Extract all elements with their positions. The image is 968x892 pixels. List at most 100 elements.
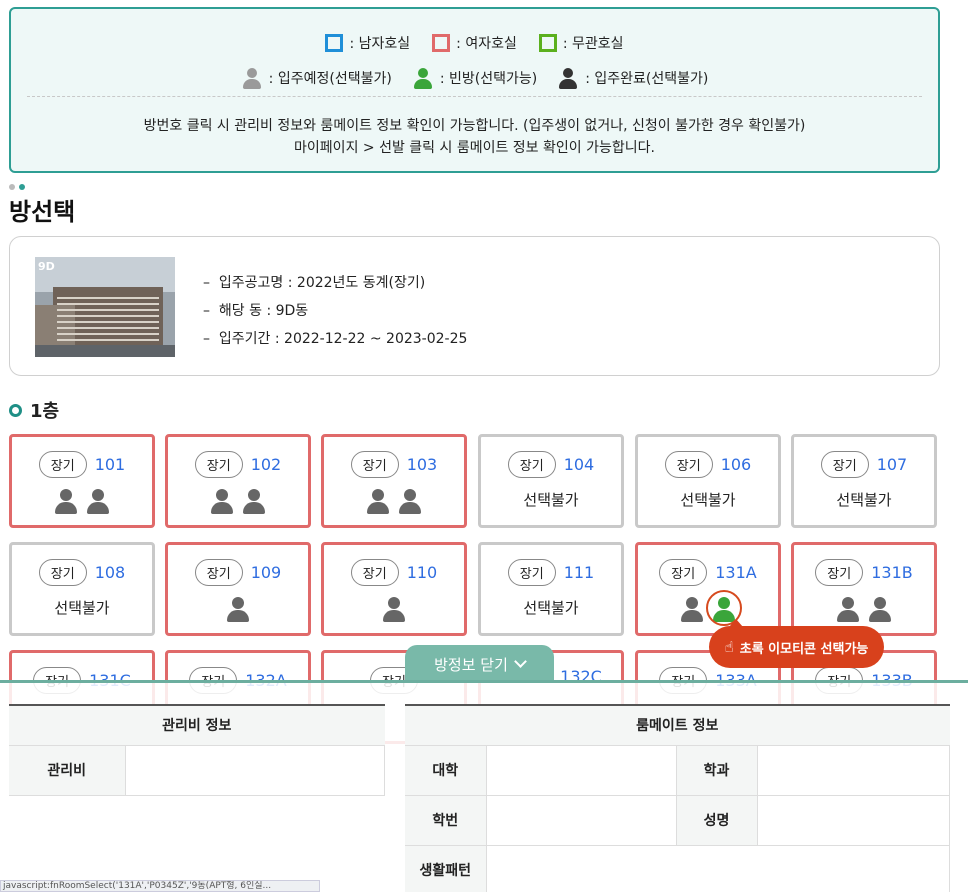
room-card-106[interactable]: 장기 106 선택불가 [635, 434, 781, 528]
room-card-102[interactable]: 장기 102 [165, 434, 311, 528]
room-number[interactable]: 131B [871, 563, 913, 582]
name-value [757, 795, 950, 846]
department-value [757, 745, 950, 796]
circle-icon [9, 403, 22, 417]
room-card-111[interactable]: 장기 111 선택불가 [478, 542, 624, 636]
legend-any: : 무관호실 [538, 33, 624, 53]
lifestyle-label: 생활패턴 [405, 845, 487, 892]
room-card-108[interactable]: 장기 108 선택불가 [9, 542, 155, 636]
room-card-101[interactable]: 장기 101 [9, 434, 155, 528]
roommate-info-table: 룸메이트 정보 대학 학과 학번 성명 생활패턴 [405, 704, 950, 892]
unavailable-text: 선택불가 [836, 491, 892, 509]
person-dark-icon [557, 67, 579, 89]
room-card-104[interactable]: 장기 104 선택불가 [478, 434, 624, 528]
legend-occupied: : 입주완료(선택불가) [557, 67, 708, 89]
term-tag: 장기 [350, 451, 399, 478]
unavailable-text: 선택불가 [523, 491, 579, 509]
fee-label: 관리비 [9, 745, 126, 796]
person-green-icon [412, 67, 434, 89]
notice-name: – 입주공고명 : 2022년도 동계(장기) [203, 275, 426, 291]
building-photo: 9D [35, 257, 175, 357]
person-gray-icon [86, 489, 110, 515]
person-gray-icon [210, 489, 234, 515]
male-square-icon [325, 34, 344, 52]
legend-female: : 여자호실 [432, 33, 517, 53]
term-tag: 장기 [194, 559, 243, 586]
close-room-info-button[interactable]: 방정보 닫기 [405, 645, 554, 683]
room-number[interactable]: 109 [251, 563, 282, 582]
building-info-list: – 입주공고명 : 2022년도 동계(장기) – 해당 동 : 9D동 – 입… [203, 269, 467, 353]
student-number-label: 학번 [405, 795, 487, 846]
room-card-131a[interactable]: 장기 131A [635, 542, 781, 636]
person-gray-icon [868, 597, 892, 623]
roommate-table-header: 룸메이트 정보 [405, 704, 950, 746]
lifestyle-value [486, 845, 950, 892]
building-info-card: 9D – 입주공고명 : 2022년도 동계(장기) – 해당 동 : 9D동 … [9, 236, 940, 376]
move-in-period: – 입주기간 : 2022-12-22 ~ 2023-02-25 [203, 331, 468, 347]
any-square-icon [538, 34, 557, 52]
dorm-building: – 해당 동 : 9D동 [203, 303, 309, 319]
person-gray-icon [680, 597, 704, 623]
person-gray-icon [54, 489, 78, 515]
term-tag: 장기 [820, 451, 869, 478]
legend-planned: : 입주예정(선택불가) [241, 67, 392, 89]
person-gray-icon [226, 597, 250, 623]
person-gray-icon [366, 489, 390, 515]
room-type-legend: : 남자호실 : 여자호실 : 무관호실 [11, 33, 938, 53]
room-number[interactable]: 104 [564, 455, 595, 474]
room-number[interactable]: 102 [251, 455, 282, 474]
room-number[interactable]: 106 [721, 455, 752, 474]
chevron-down-icon [514, 655, 527, 668]
term-tag: 장기 [815, 559, 864, 586]
notice-box: : 남자호실 : 여자호실 : 무관호실 : 입주예정(선택불가) : 빈방(선… [9, 7, 940, 173]
pointing-hand-icon: ☝ [724, 638, 734, 656]
room-number[interactable]: 101 [95, 455, 126, 474]
name-label: 성명 [676, 795, 758, 846]
title-dots [9, 184, 25, 190]
room-number[interactable]: 103 [407, 455, 438, 474]
person-gray-icon [398, 489, 422, 515]
room-card-109[interactable]: 장기 109 [165, 542, 311, 636]
room-card-107[interactable]: 장기 107 선택불가 [791, 434, 937, 528]
term-tag: 장기 [38, 451, 87, 478]
room-info-panel: 관리비 정보 관리비 룸메이트 정보 대학 학과 학번 성명 생활패턴 [0, 680, 968, 892]
room-number[interactable]: 131A [715, 563, 756, 582]
department-label: 학과 [676, 745, 758, 796]
term-tag: 장기 [507, 559, 556, 586]
university-label: 대학 [405, 745, 487, 796]
person-gray-icon [836, 597, 860, 623]
status-legend: : 입주예정(선택불가) : 빈방(선택가능) : 입주완료(선택불가) [11, 67, 938, 89]
notice-text: 방번호 클릭 시 관리비 정보와 룸메이트 정보 확인이 가능합니다. (입주생… [143, 118, 806, 156]
room-number[interactable]: 108 [95, 563, 126, 582]
fee-info-table: 관리비 정보 관리비 [9, 704, 385, 796]
room-card-131b[interactable]: 장기 131B [791, 542, 937, 636]
term-tag: 장기 [350, 559, 399, 586]
unavailable-text: 선택불가 [523, 599, 579, 617]
legend-male: : 남자호실 [325, 33, 410, 53]
person-gray-icon [241, 67, 263, 89]
fee-value [125, 745, 385, 796]
term-tag: 장기 [507, 451, 556, 478]
status-bar-url: javascript:fnRoomSelect('131A','P0345Z',… [0, 880, 320, 892]
person-gray-icon [242, 489, 266, 515]
divider [27, 96, 922, 97]
building-photo-label: 9D [38, 260, 55, 273]
select-hint-callout: ☝ 초록 이모티콘 선택가능 [709, 619, 884, 668]
room-number[interactable]: 107 [877, 455, 908, 474]
student-number-value [486, 795, 677, 846]
page-title: 방선택 [9, 198, 76, 226]
term-tag: 장기 [659, 559, 708, 586]
term-tag: 장기 [194, 451, 243, 478]
room-number[interactable]: 111 [564, 563, 595, 582]
floor-heading: 1층 [9, 397, 59, 423]
term-tag: 장기 [664, 451, 713, 478]
room-number[interactable]: 110 [407, 563, 438, 582]
person-gray-icon [382, 597, 406, 623]
female-square-icon [432, 34, 451, 52]
room-card-103[interactable]: 장기 103 [321, 434, 467, 528]
unavailable-text: 선택불가 [54, 599, 110, 617]
unavailable-text: 선택불가 [680, 491, 736, 509]
fee-table-header: 관리비 정보 [9, 704, 385, 746]
room-card-110[interactable]: 장기 110 [321, 542, 467, 636]
legend-empty: : 빈방(선택가능) [412, 67, 537, 89]
